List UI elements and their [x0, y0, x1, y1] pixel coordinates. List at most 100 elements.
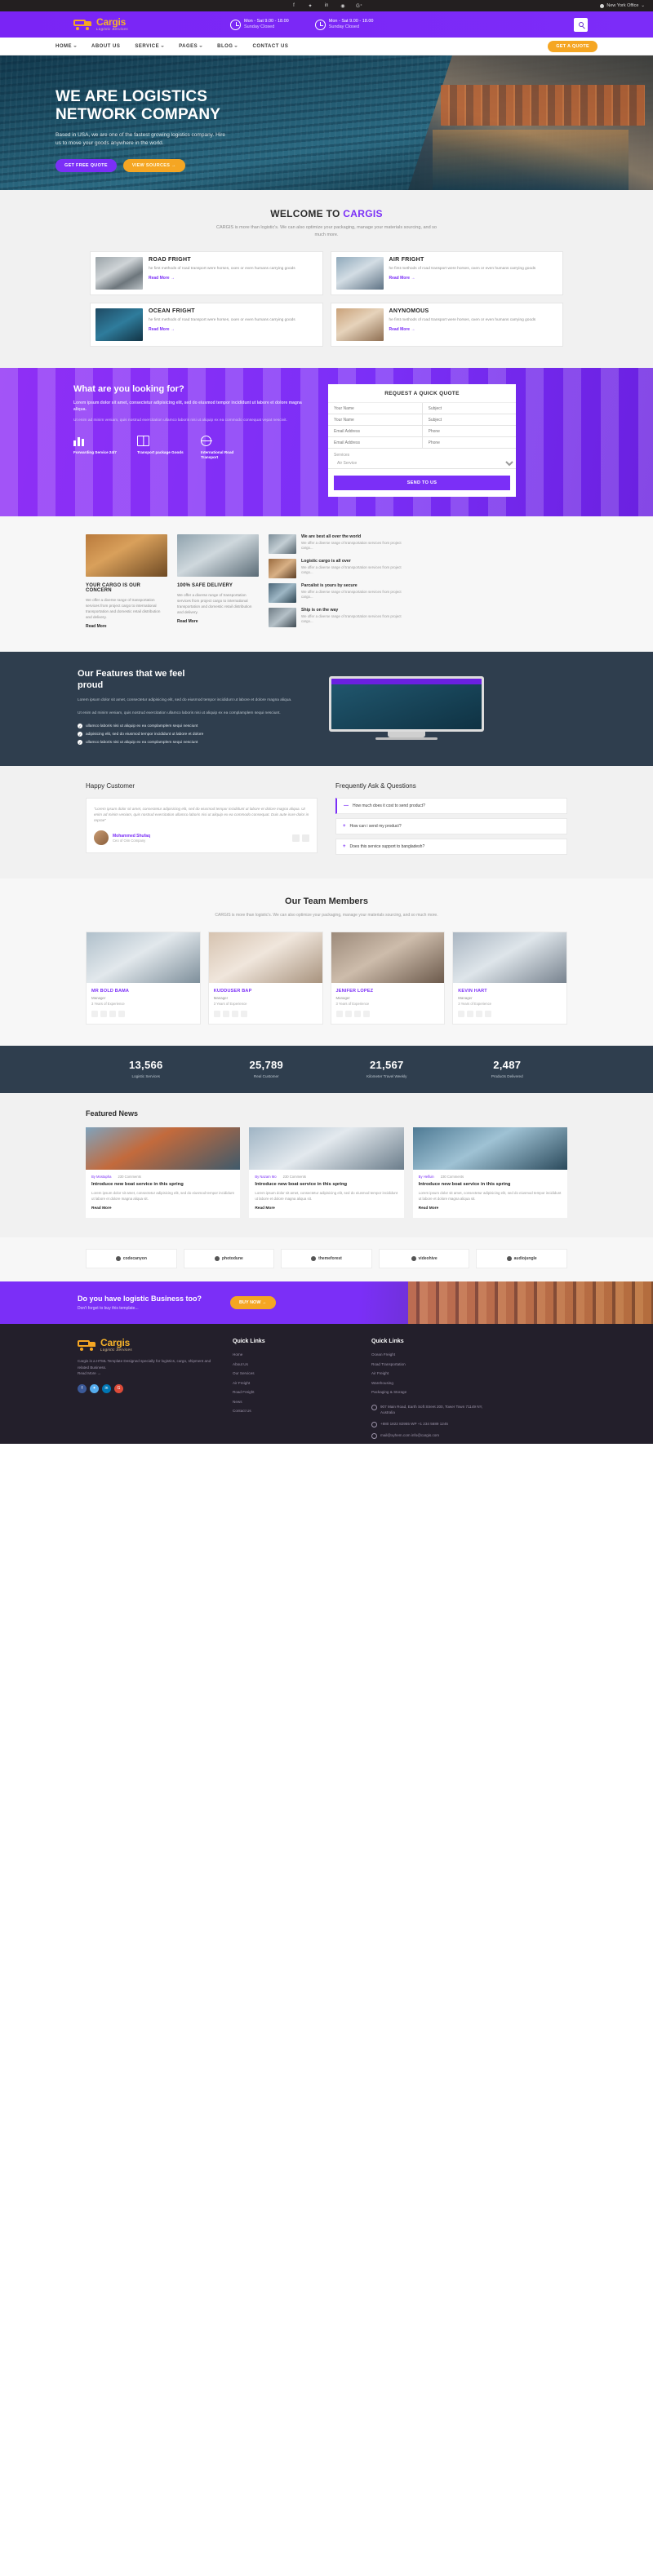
minus-icon: — [344, 803, 349, 808]
read-more-link[interactable]: Read More [419, 1206, 439, 1211]
next-testimonial-button[interactable] [302, 834, 309, 842]
footer-link[interactable]: Warehousing [371, 1380, 494, 1387]
google-plus-icon[interactable]: G [114, 1383, 123, 1393]
team-card[interactable]: KUDDUSER BAP Manager 3 Years of Experien… [207, 932, 323, 1025]
client-logo[interactable]: videohive [378, 1249, 470, 1268]
team-card[interactable]: JENIFER LOPEZ Manager 3 Years of Experie… [330, 932, 446, 1025]
service-card[interactable]: OCEAN FRIGHT he first methods of road tr… [90, 303, 323, 347]
footer-link[interactable]: Air Freight [371, 1370, 494, 1377]
service-card[interactable]: ANYNOMOUS he first methods of road trans… [330, 303, 563, 347]
view-sources-button[interactable]: VIEW SOURCES → [122, 159, 185, 172]
twitter-icon[interactable] [100, 1011, 107, 1017]
email-input-2[interactable] [328, 437, 423, 449]
logo[interactable]: Cargis Logistic Services [41, 17, 204, 31]
list-item[interactable]: Ship is on the way We offer a diverse ra… [269, 608, 403, 627]
your-name-input[interactable] [328, 403, 423, 414]
nav-item-pages[interactable]: PAGES [179, 44, 203, 49]
service-card[interactable]: ROAD FRIGHT he first methods of road tra… [90, 251, 323, 295]
facebook-icon[interactable] [91, 1011, 98, 1017]
read-more-link[interactable]: Read More → [149, 276, 175, 281]
footer-link[interactable]: Road Transportation [371, 1361, 494, 1368]
quote-desc-2: Ut enim ad minim veniam, quis nostrud ex… [73, 418, 287, 423]
service-select[interactable]: Air Service [328, 458, 516, 469]
facebook-icon[interactable] [335, 1011, 343, 1017]
nav-item-service[interactable]: SERVICE [135, 44, 165, 49]
footer-link[interactable]: Air Freight [233, 1380, 355, 1387]
footer-read-more-link[interactable]: Read More → [78, 1370, 216, 1377]
footer-link[interactable]: Home [233, 1352, 355, 1358]
linkedin-icon[interactable] [109, 1011, 116, 1017]
facebook-icon[interactable] [458, 1011, 465, 1017]
google-plus-icon[interactable] [118, 1011, 125, 1017]
faq-item[interactable]: + Does this service support to banglades… [335, 839, 567, 855]
buy-now-button[interactable]: BUY NOW → [230, 1296, 276, 1309]
get-free-quote-button[interactable]: GET FREE QUOTE [56, 159, 117, 172]
read-more-link[interactable]: Read More [91, 1206, 112, 1211]
nav-item-blog[interactable]: BLOG [217, 44, 238, 49]
news-card[interactable]: By Mostapha 230 Comments Introduce new b… [86, 1127, 241, 1218]
linkedin-icon[interactable]: in [323, 2, 331, 10]
linkedin-icon[interactable]: in [102, 1383, 111, 1393]
list-item[interactable]: Logistic cargo is all over We offer a di… [269, 559, 403, 578]
footer-link[interactable]: Contact Us [233, 1408, 355, 1414]
phone-input-2[interactable] [422, 437, 516, 449]
google-plus-icon[interactable]: G⁺ [356, 2, 363, 10]
twitter-icon[interactable] [344, 1011, 352, 1017]
faq-item[interactable]: — How much does it cost to send product? [335, 798, 567, 814]
team-card[interactable]: MR BOLD BAMA Manager 3 Years of Experien… [86, 932, 201, 1025]
dribbble-icon[interactable]: ◉ [340, 2, 347, 10]
google-plus-icon[interactable] [485, 1011, 492, 1017]
phone-input[interactable] [422, 426, 516, 437]
list-item[interactable]: We are best all over the world We offer … [269, 534, 403, 554]
read-more-link[interactable]: Read More [177, 619, 198, 624]
client-logo[interactable]: codecanyon [86, 1249, 177, 1268]
email-input[interactable] [328, 426, 423, 437]
footer-link[interactable]: Our Services [233, 1370, 355, 1377]
linkedin-icon[interactable] [353, 1011, 361, 1017]
twitter-icon[interactable]: ✦ [90, 1383, 99, 1393]
footer-link[interactable]: Packaging & Storage [371, 1389, 494, 1396]
news-card[interactable]: By Nazam Mo 230 Comments Introduce new b… [249, 1127, 404, 1218]
linkedin-icon[interactable] [476, 1011, 483, 1017]
faq-item[interactable]: + How can i send my product? [335, 818, 567, 834]
send-to-us-button[interactable]: SEND TO US [334, 476, 510, 490]
read-more-link[interactable]: Read More [255, 1206, 275, 1211]
footer-link[interactable]: About Us [233, 1361, 355, 1368]
footer-logo[interactable]: Cargis Logistic Services [78, 1338, 216, 1352]
nav-item-about[interactable]: ABOUT US [91, 44, 120, 49]
twitter-icon[interactable] [222, 1011, 229, 1017]
google-plus-icon[interactable] [240, 1011, 247, 1017]
footer-link[interactable]: News [233, 1399, 355, 1405]
client-logo[interactable]: photodune [183, 1249, 275, 1268]
office-selector[interactable]: New York Office ⌄ [600, 3, 645, 8]
google-plus-icon[interactable] [362, 1011, 370, 1017]
team-card[interactable]: KEVIN HART Manager 3 Years of Experience [452, 932, 567, 1025]
your-name-input-2[interactable] [328, 414, 423, 426]
linkedin-icon[interactable] [231, 1011, 238, 1017]
client-logo[interactable]: audiojungle [476, 1249, 567, 1268]
twitter-icon[interactable]: ✦ [307, 2, 314, 10]
facebook-icon[interactable] [213, 1011, 220, 1017]
search-button[interactable] [574, 17, 588, 32]
read-more-link[interactable]: Read More [86, 624, 107, 629]
prev-testimonial-button[interactable] [292, 834, 300, 842]
facebook-icon[interactable]: f [78, 1383, 87, 1393]
read-more-link[interactable]: Read More → [389, 327, 415, 332]
plus-icon: + [343, 824, 346, 829]
subject-input[interactable] [422, 403, 516, 414]
twitter-icon[interactable] [467, 1011, 474, 1017]
footer-link[interactable]: Ocean Freight [371, 1352, 494, 1358]
nav-item-contact[interactable]: CONTACT US [252, 44, 288, 49]
nav-item-home[interactable]: HOME [56, 44, 77, 49]
subject-input-2[interactable] [422, 414, 516, 426]
footer-link[interactable]: Road Freight [233, 1389, 355, 1396]
read-more-link[interactable]: Read More → [389, 276, 415, 281]
news-card[interactable]: By Helfuin 230 Comments Introduce new bo… [412, 1127, 567, 1218]
service-card[interactable]: AIR FRIGHT he first methods of road tran… [330, 251, 563, 295]
welcome-subtitle: CARGIS is more than logistic's. We can a… [216, 225, 437, 237]
read-more-link[interactable]: Read More → [149, 327, 175, 332]
list-item[interactable]: Parcalist is yours by secure We offer a … [269, 583, 403, 603]
facebook-icon[interactable]: f [291, 2, 298, 10]
get-a-quote-button[interactable]: GET A QUOTE [548, 41, 597, 52]
client-logo[interactable]: themeforest [281, 1249, 372, 1268]
